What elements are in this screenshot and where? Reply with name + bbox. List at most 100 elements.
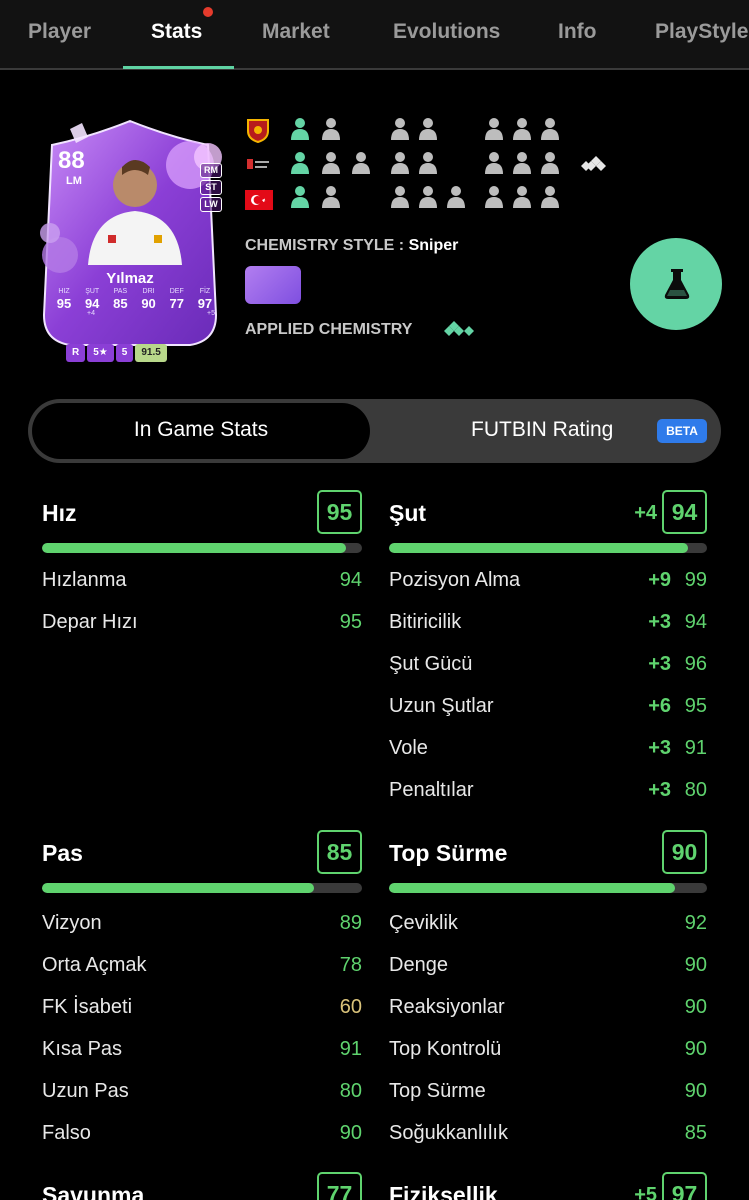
sub-stat-value: 80 xyxy=(339,1080,362,1102)
card-stat-values: 95 94 85 90 77 97 xyxy=(56,296,213,311)
chem-person-active-icon xyxy=(291,186,309,208)
sub-stat-row: Orta Açmak 78 xyxy=(42,954,362,984)
chem-person-icon xyxy=(391,152,409,174)
block-value: 77 xyxy=(317,1172,362,1200)
sub-stat-bonus: +3 xyxy=(648,737,671,759)
chemistry-style-swatch[interactable] xyxy=(245,266,301,304)
sub-stat-bonus: +6 xyxy=(648,695,671,717)
sub-stat-row: Top Kontrolü 90 xyxy=(389,1038,707,1068)
chem-person-icon xyxy=(513,152,531,174)
sub-stat-value: 89 xyxy=(339,912,362,934)
stat-block-savunma: Savunma 77 xyxy=(42,1172,362,1200)
stat-block-fiziksellik: Fiziksellik +5 97 xyxy=(389,1172,707,1200)
sub-stat-value: 99 xyxy=(684,569,707,591)
preferred-foot: R xyxy=(66,344,86,362)
block-bonus: +4 xyxy=(634,502,657,524)
sub-stat-name: Hızlanma xyxy=(42,569,127,591)
sub-stat-name: Falso xyxy=(42,1122,91,1144)
sub-stat-name: Depar Hızı xyxy=(42,611,138,633)
stat-bar-fill xyxy=(389,543,688,553)
chem-person-icon xyxy=(419,186,437,208)
sub-stat-value: 80 xyxy=(684,779,707,801)
block-value: 97 xyxy=(662,1172,707,1200)
stat-bar xyxy=(389,883,707,893)
sub-stat-row: Uzun Şutlar +6 95 xyxy=(389,695,707,725)
sub-stat-value: 90 xyxy=(684,954,707,976)
skill-moves: 5★ xyxy=(87,344,114,362)
chem-person-icon xyxy=(513,118,531,140)
sub-stat-row: Çeviklik 92 xyxy=(389,912,707,942)
stat-block-top-surme: Top Sürme 90 Çeviklik 92 Denge 90 Reaksiyo… xyxy=(389,830,707,1152)
sub-stat-name: Top Sürme xyxy=(389,1080,486,1102)
stat-bar-fill xyxy=(42,883,314,893)
chem-diamond-icon xyxy=(581,156,606,171)
chemistry-lab-button[interactable] xyxy=(630,238,722,330)
weak-foot: 5 xyxy=(115,344,134,362)
chem-person-icon xyxy=(419,118,437,140)
sub-stat-name: Soğukkanlılık xyxy=(389,1122,508,1144)
stat-block-hiz: Hız 95 Hızlanma 94 Depar Hızı 95 xyxy=(42,490,362,660)
sub-stat-name: Uzun Şutlar xyxy=(389,695,494,717)
sub-stat-value: 90 xyxy=(684,1080,707,1102)
block-title: Savunma xyxy=(42,1182,145,1200)
block-title: Hız xyxy=(42,500,77,526)
in-game-stats-button[interactable]: In Game Stats xyxy=(28,418,374,442)
sub-stat-name: Bitiricilik xyxy=(389,611,462,633)
chem-person-icon xyxy=(541,152,559,174)
stat-block-sut: Şut +4 94 Pozisyon Alma +9 99 Bitiricilik +… xyxy=(389,490,707,810)
futbin-rating-button[interactable]: FUTBIN Rating xyxy=(471,418,613,442)
chem-person-icon xyxy=(322,118,340,140)
sub-stat-bonus: +9 xyxy=(648,569,671,591)
card-score: 91.5 xyxy=(135,344,167,362)
sub-stat-bonus: +3 xyxy=(648,653,671,675)
sub-stat-value: 90 xyxy=(684,1038,707,1060)
stat-bar xyxy=(389,543,707,553)
sub-stat-value: 92 xyxy=(684,912,707,934)
sub-stat-row: Kısa Pas 91 xyxy=(42,1038,362,1068)
chem-person-icon xyxy=(447,186,465,208)
card-shut-bonus: +4 xyxy=(87,310,95,317)
sub-stat-value: 94 xyxy=(339,569,362,591)
sub-stat-row: Vole +3 91 xyxy=(389,737,707,767)
chem-person-active-icon xyxy=(291,118,309,140)
sub-stat-value: 96 xyxy=(684,653,707,675)
sub-stat-name: Vole xyxy=(389,737,428,759)
sub-stat-value: 95 xyxy=(684,695,707,717)
block-title: Şut xyxy=(389,500,427,526)
chem-person-icon xyxy=(419,152,437,174)
stat-bar xyxy=(42,883,362,893)
sub-stat-value: 60 xyxy=(339,996,362,1018)
sub-stat-name: Çeviklik xyxy=(389,912,458,934)
block-bonus: +5 xyxy=(634,1184,657,1200)
chem-person-icon xyxy=(322,186,340,208)
sub-stat-name: Penaltılar xyxy=(389,779,474,801)
block-title: Top Sürme xyxy=(389,840,508,866)
sub-stat-row: Pozisyon Alma +9 99 xyxy=(389,569,707,599)
block-title: Pas xyxy=(42,840,83,866)
card-footer: R 5★ 5 91.5 xyxy=(66,344,167,362)
block-value: 95 xyxy=(317,490,362,534)
stat-bar-fill xyxy=(42,543,346,553)
sub-stat-bonus: +3 xyxy=(648,779,671,801)
sub-stat-value: 91 xyxy=(339,1038,362,1060)
sub-stat-row: Hızlanma 94 xyxy=(42,569,362,599)
chem-person-icon xyxy=(541,186,559,208)
stat-bar xyxy=(42,543,362,553)
sub-stat-row: FK İsabeti 60 xyxy=(42,996,362,1026)
chem-person-active-icon xyxy=(291,152,309,174)
applied-chemistry-label: APPLIED CHEMISTRY xyxy=(245,321,413,338)
chem-person-icon xyxy=(513,186,531,208)
sub-stat-row: Top Sürme 90 xyxy=(389,1080,707,1110)
sub-stat-value: 90 xyxy=(339,1122,362,1144)
chem-person-icon xyxy=(352,152,370,174)
chemistry-style-label: CHEMISTRY STYLE : Sniper xyxy=(245,237,459,254)
chem-person-icon xyxy=(391,186,409,208)
sub-stat-value: 90 xyxy=(684,996,707,1018)
chem-person-icon xyxy=(391,118,409,140)
chem-person-icon xyxy=(541,118,559,140)
flask-icon xyxy=(664,269,690,299)
sub-stat-name: Şut Gücü xyxy=(389,653,473,675)
chem-person-icon xyxy=(485,186,503,208)
sub-stat-row: Bitiricilik +3 94 xyxy=(389,611,707,641)
sub-stat-row: Soğukkanlılık 85 xyxy=(389,1122,707,1152)
